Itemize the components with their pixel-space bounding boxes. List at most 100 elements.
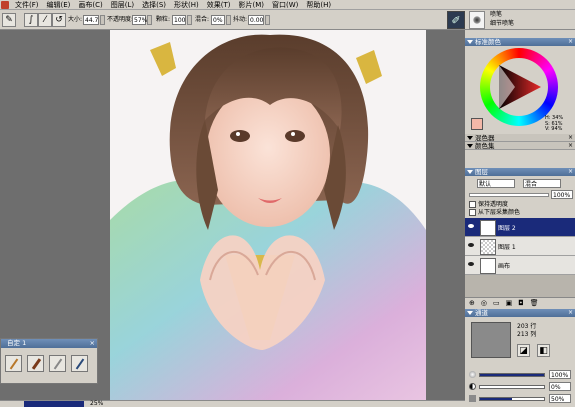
color-set-panel-header[interactable]: 颜色集 × xyxy=(465,142,575,150)
channels-panel-header[interactable]: 通道 × xyxy=(465,309,575,317)
expand-triangle-icon[interactable] xyxy=(467,144,473,148)
pastel-variant-icon[interactable] xyxy=(27,355,44,372)
document-scrollbar[interactable] xyxy=(24,401,84,407)
primary-color-swatch[interactable] xyxy=(471,118,483,130)
blend-slider-button[interactable] xyxy=(226,15,231,25)
pick-up-underlying-option[interactable]: 从下层采集颜色 xyxy=(469,208,520,218)
brush-category-icon[interactable]: ✐ xyxy=(447,11,465,29)
hsv-readout: H: 34% S: 61% V: 94% xyxy=(545,115,563,133)
layer-row-canvas[interactable]: 画布 xyxy=(465,256,575,275)
menu-help[interactable]: 帮助(H) xyxy=(302,0,335,10)
new-layer-icon[interactable]: ▣ xyxy=(506,299,513,307)
app-logo-icon xyxy=(1,0,9,9)
jitter-label: 抖动: xyxy=(233,16,248,23)
size-label: 大小: xyxy=(68,16,83,23)
reset-tool-icon[interactable]: ↺ xyxy=(52,13,66,27)
straight-line-icon[interactable]: ⁄ xyxy=(38,13,52,27)
opacity-field[interactable]: 57% xyxy=(132,15,147,25)
color-panel-header[interactable]: 标准颜色 × xyxy=(465,38,575,46)
layer-thumbnail xyxy=(480,258,496,274)
layer-button-bar: ⊕ ◎ ▭ ▣ ◘ 🗑 xyxy=(465,297,575,307)
opacity-label: 不透明度: xyxy=(107,16,134,23)
visibility-eye-icon[interactable] xyxy=(468,243,474,247)
menu-file[interactable]: 文件(F) xyxy=(11,0,43,10)
menu-shapes[interactable]: 形状(H) xyxy=(170,0,203,10)
grain-slider-button[interactable] xyxy=(187,15,192,25)
dab-preview-icon[interactable] xyxy=(469,11,485,29)
layer-commands-icon[interactable]: ⊕ xyxy=(469,299,475,307)
collapse-triangle-icon[interactable] xyxy=(467,40,473,44)
visibility-eye-icon[interactable] xyxy=(468,224,474,228)
layer-opacity-slider[interactable] xyxy=(469,193,549,197)
saturation-value-triangle[interactable] xyxy=(497,63,543,111)
color-panel-title: 标准颜色 xyxy=(475,38,501,46)
expand-triangle-icon[interactable] xyxy=(467,136,473,140)
close-icon[interactable]: × xyxy=(90,339,95,348)
jitter-field[interactable]: 0.00 xyxy=(248,15,264,25)
close-icon[interactable]: × xyxy=(568,38,573,46)
collapse-triangle-icon[interactable] xyxy=(467,311,473,315)
composite-depth-select[interactable]: 混合 xyxy=(523,179,561,188)
custom-palette-title: 自定 1 xyxy=(7,339,27,347)
preserve-transparency-label: 保持透明度 xyxy=(478,201,509,208)
close-icon[interactable]: × xyxy=(568,168,573,176)
brush-tool-icon[interactable]: ✎ xyxy=(2,13,16,27)
menu-canvas[interactable]: 画布(C) xyxy=(74,0,106,10)
zoom-readout[interactable]: 25% xyxy=(90,400,103,407)
size-slider-button[interactable] xyxy=(100,15,105,25)
blender-variant-icon[interactable] xyxy=(49,355,66,372)
collapse-triangle-icon[interactable] xyxy=(467,170,473,174)
pencil-variant-icon[interactable] xyxy=(5,355,22,372)
grain-field[interactable]: 100 xyxy=(172,15,186,25)
channel-slider-3[interactable] xyxy=(479,397,545,401)
menu-select[interactable]: 选择(S) xyxy=(138,0,170,10)
new-group-icon[interactable]: ▭ xyxy=(493,299,500,307)
jitter-slider-button[interactable] xyxy=(265,15,270,25)
layer-name: 图层 1 xyxy=(498,244,516,251)
menu-layers[interactable]: 图层(L) xyxy=(107,0,138,10)
contrast-icon xyxy=(469,383,476,390)
size-field[interactable]: 44.7 xyxy=(83,15,99,25)
channel-field-2[interactable]: 0% xyxy=(549,382,571,391)
color-set-tab: 颜色集 xyxy=(475,142,495,150)
airbrush-variant-icon[interactable] xyxy=(71,355,88,372)
blend-field[interactable]: 0% xyxy=(211,15,225,25)
dynamic-plugins-icon[interactable]: ◎ xyxy=(481,299,487,307)
channel-slider-1[interactable] xyxy=(479,373,545,377)
channel-invert-icon[interactable]: ◪ xyxy=(517,344,530,357)
channel-slider-2[interactable] xyxy=(479,385,545,389)
new-mask-icon[interactable]: ◘ xyxy=(518,299,524,307)
preserve-transparency-checkbox[interactable] xyxy=(469,201,476,208)
delete-layer-icon[interactable]: 🗑 xyxy=(530,299,539,307)
freehand-stroke-icon[interactable]: ∫ xyxy=(24,13,38,27)
mixer-panel-header[interactable]: 混色器 × xyxy=(465,134,575,142)
custom-palette-header[interactable]: 自定 1 × xyxy=(1,339,97,348)
channel-field-1[interactable]: 100% xyxy=(549,370,571,379)
menu-movie[interactable]: 影片(M) xyxy=(235,0,269,10)
columns-readout: 213 列 xyxy=(517,331,537,338)
opacity-slider-button[interactable] xyxy=(147,15,152,25)
pick-up-underlying-checkbox[interactable] xyxy=(469,209,476,216)
canvas-artwork[interactable] xyxy=(110,30,426,403)
channel-load-icon[interactable]: ◧ xyxy=(537,344,550,357)
close-icon[interactable]: × xyxy=(568,134,573,142)
brush-variant-name[interactable]: 细节喷笔 xyxy=(490,19,514,29)
layers-panel-header[interactable]: 图层 × xyxy=(465,168,575,176)
layer-opacity-field[interactable]: 100% xyxy=(551,190,573,199)
layer-row-1[interactable]: 图层 1 xyxy=(465,237,575,256)
status-bar: 25% xyxy=(0,400,465,407)
layers-panel-title: 图层 xyxy=(475,168,488,176)
close-icon[interactable]: × xyxy=(568,142,573,150)
close-icon[interactable]: × xyxy=(568,309,573,317)
menu-window[interactable]: 窗口(W) xyxy=(268,0,302,10)
property-bar: ✎ ∫ ⁄ ↺ 大小: 44.7 不透明度: 57% 颗粒: 100 混合: 0… xyxy=(0,10,575,30)
menu-edit[interactable]: 编辑(E) xyxy=(43,0,75,10)
visibility-eye-icon[interactable] xyxy=(468,262,474,266)
menu-effects[interactable]: 效果(T) xyxy=(203,0,235,10)
layer-row-2[interactable]: 图层 2 xyxy=(465,218,575,237)
layer-name: 画布 xyxy=(498,263,511,270)
right-panel-dock: 标准颜色 × H: 34% S: 61% V: 94% 混色器 × 颜色集 × … xyxy=(465,30,575,407)
channel-field-3[interactable]: 50% xyxy=(549,394,571,403)
layer-list-empty-area xyxy=(465,275,575,297)
composite-method-select[interactable]: 默认 xyxy=(477,179,515,188)
